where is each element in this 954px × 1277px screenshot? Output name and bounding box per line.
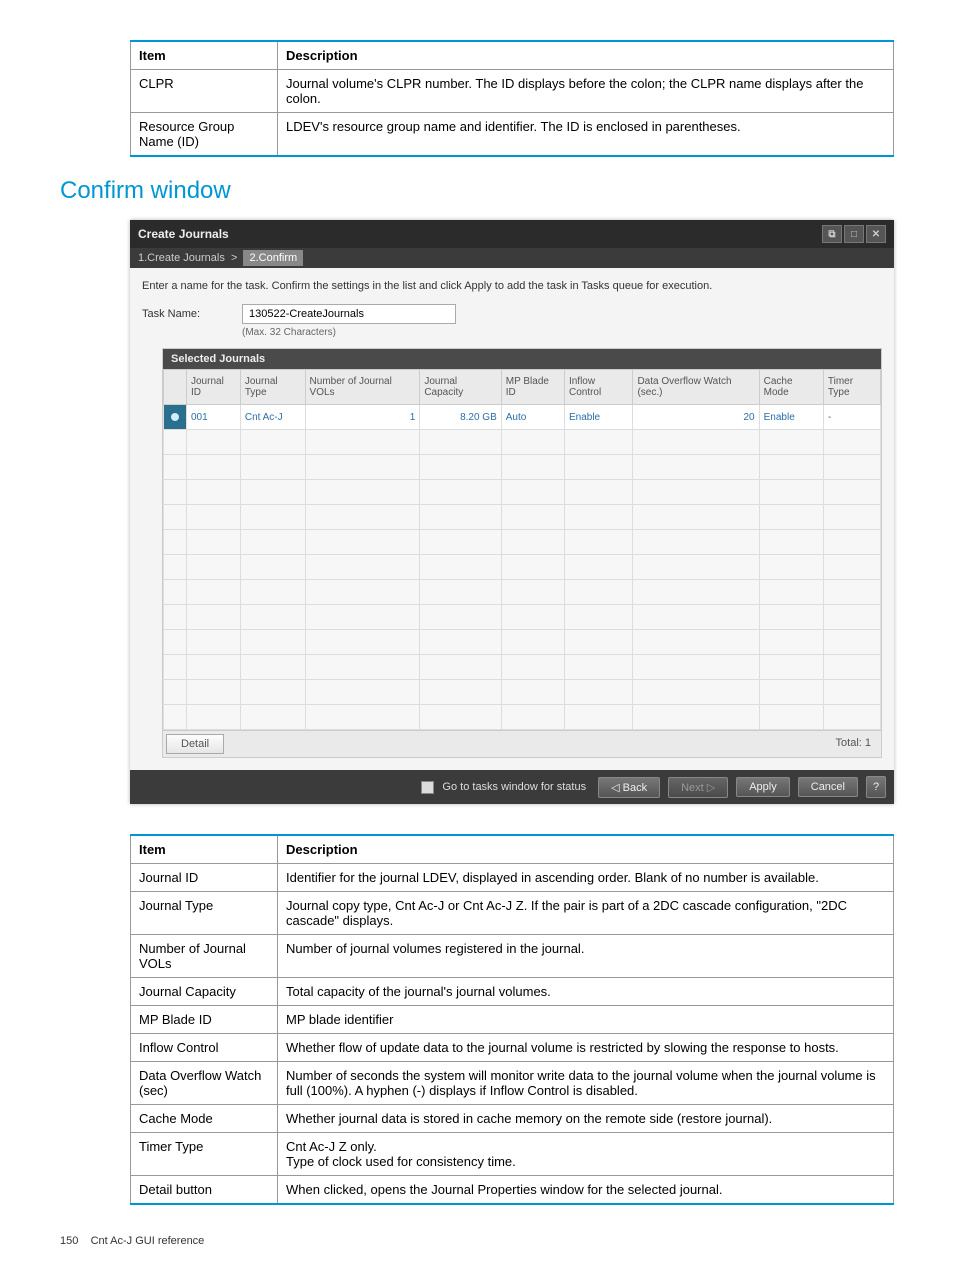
table-row: Journal IDIdentifier for the journal LDE…	[131, 864, 894, 892]
table-row	[164, 605, 881, 630]
col-overflow[interactable]: Data Overflow Watch (sec.)	[633, 370, 759, 405]
maximize-icon[interactable]: □	[844, 225, 864, 243]
dialog-body: Enter a name for the task. Confirm the s…	[130, 268, 894, 770]
cell-cache: Enable	[759, 405, 823, 430]
table-row	[164, 580, 881, 605]
cancel-button[interactable]: Cancel	[798, 777, 858, 797]
table-row: Detail buttonWhen clicked, opens the Jou…	[131, 1176, 894, 1205]
table-row: Journal CapacityTotal capacity of the jo…	[131, 978, 894, 1006]
table-row: Cache ModeWhether journal data is stored…	[131, 1105, 894, 1133]
help-icon[interactable]: ?	[866, 776, 886, 798]
table-row[interactable]: 001 Cnt Ac-J 1 8.20 GB Auto Enable 20 En…	[164, 405, 881, 430]
apply-button[interactable]: Apply	[736, 777, 790, 797]
page-number: 150	[60, 1235, 78, 1247]
table-row: Timer TypeCnt Ac-J Z only. Type of clock…	[131, 1133, 894, 1176]
goto-tasks-checkbox[interactable]	[421, 781, 434, 794]
table-row: CLPR Journal volume's CLPR number. The I…	[131, 70, 894, 113]
dialog-titlebar: Create Journals ⧉ □ ✕	[130, 220, 894, 248]
cell-inflow: Enable	[564, 405, 632, 430]
breadcrumb-step2: 2.Confirm	[243, 250, 303, 266]
table-row: Number of Journal VOLsNumber of journal …	[131, 935, 894, 978]
th-item: Item	[131, 41, 278, 70]
col-inflow[interactable]: Inflow Control	[564, 370, 632, 405]
table-row	[164, 530, 881, 555]
bottom-doc-table: Item Description Journal IDIdentifier fo…	[130, 834, 894, 1205]
breadcrumb-step1: 1.Create Journals	[138, 252, 225, 264]
cell-num-vols: 1	[305, 405, 420, 430]
cell-overflow: 20	[633, 405, 759, 430]
create-journals-dialog: Create Journals ⧉ □ ✕ 1.Create Journals …	[130, 220, 894, 804]
detail-button[interactable]: Detail	[166, 734, 224, 754]
cell-capacity: 8.20 GB	[420, 405, 501, 430]
th-item: Item	[131, 835, 278, 864]
table-row	[164, 555, 881, 580]
total-label: Total: 1	[826, 731, 881, 757]
table-row	[164, 430, 881, 455]
table-row	[164, 455, 881, 480]
table-row: Resource Group Name (ID) LDEV's resource…	[131, 113, 894, 157]
task-name-label: Task Name:	[142, 304, 222, 320]
restore-icon[interactable]: ⧉	[822, 225, 842, 243]
selected-journals-panel: Selected Journals Journal ID Journal Typ…	[162, 348, 882, 758]
close-icon[interactable]: ✕	[866, 225, 886, 243]
dialog-footer: Go to tasks window for status ◁ Back Nex…	[130, 770, 894, 804]
col-journal-id[interactable]: Journal ID	[187, 370, 241, 405]
table-row	[164, 505, 881, 530]
th-desc: Description	[278, 835, 894, 864]
task-name-hint: (Max. 32 Characters)	[242, 327, 456, 338]
page-footer: 150 Cnt Ac-J GUI reference	[60, 1235, 894, 1247]
table-row: MP Blade IDMP blade identifier	[131, 1006, 894, 1034]
journals-grid: Journal ID Journal Type Number of Journa…	[163, 369, 881, 730]
row-selector-header	[164, 370, 187, 405]
panel-title: Selected Journals	[163, 349, 881, 369]
row-indicator	[164, 405, 187, 430]
cell-journal-type: Cnt Ac-J	[240, 405, 305, 430]
page-section: Cnt Ac-J GUI reference	[91, 1235, 205, 1247]
table-row: Inflow ControlWhether flow of update dat…	[131, 1034, 894, 1062]
col-timer[interactable]: Timer Type	[823, 370, 880, 405]
section-heading: Confirm window	[60, 177, 894, 205]
col-num-vols[interactable]: Number of Journal VOLs	[305, 370, 420, 405]
wizard-breadcrumb: 1.Create Journals > 2.Confirm	[130, 248, 894, 268]
table-row: Journal TypeJournal copy type, Cnt Ac-J …	[131, 892, 894, 935]
table-row	[164, 655, 881, 680]
cell-journal-id: 001	[187, 405, 241, 430]
table-row: Data Overflow Watch (sec)Number of secon…	[131, 1062, 894, 1105]
task-name-input[interactable]	[242, 304, 456, 324]
next-button: Next ▷	[668, 777, 728, 798]
table-row	[164, 680, 881, 705]
cell-mpblade: Auto	[501, 405, 564, 430]
col-capacity[interactable]: Journal Capacity	[420, 370, 501, 405]
goto-tasks-label: Go to tasks window for status	[442, 781, 586, 793]
th-desc: Description	[278, 41, 894, 70]
col-cache[interactable]: Cache Mode	[759, 370, 823, 405]
table-row	[164, 630, 881, 655]
col-mpblade[interactable]: MP Blade ID	[501, 370, 564, 405]
top-doc-table: Item Description CLPR Journal volume's C…	[130, 40, 894, 157]
table-row	[164, 705, 881, 730]
table-row	[164, 480, 881, 505]
cell-timer: -	[823, 405, 880, 430]
dialog-title: Create Journals	[138, 227, 229, 241]
col-journal-type[interactable]: Journal Type	[240, 370, 305, 405]
back-button[interactable]: ◁ Back	[598, 777, 660, 798]
instruction-text: Enter a name for the task. Confirm the s…	[142, 280, 882, 292]
